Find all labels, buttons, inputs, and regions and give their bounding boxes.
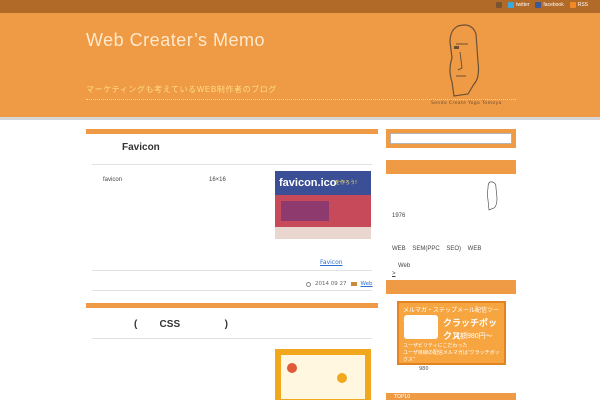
banner-widget: メルマガ・ステップメール配信ツール クラッチポックス 月額980円〜 ユーザビリ… xyxy=(386,280,516,374)
profile-more[interactable]: Web xyxy=(398,263,410,269)
moai-icon xyxy=(487,181,498,211)
banner-copy: ユーザビリティにこだわった ユーザ目線の配信メルマガは"クラッチボックス" xyxy=(403,343,504,364)
thumbnail-cta: を作ろう! xyxy=(335,180,358,186)
search-input[interactable] xyxy=(390,133,512,144)
moai-logo-icon xyxy=(449,24,480,97)
table-cell: favicon xyxy=(103,177,123,183)
user-icon xyxy=(496,2,503,8)
folder-icon xyxy=(350,282,357,286)
profile-widget: 1976 WEB SEM(PPC SEO) WEB Web > xyxy=(386,160,516,277)
twitter-icon xyxy=(508,2,515,8)
top-bar: twitter facebook RSS xyxy=(0,0,600,13)
article-card: Favicon favicon 16×16 favicon.ico を作ろう! … xyxy=(86,129,378,294)
article-title[interactable]: ( CSS ) xyxy=(134,319,228,330)
article-card: ( CSS ) xyxy=(86,303,378,400)
rss-icon xyxy=(569,2,576,8)
rss-link[interactable]: RSS xyxy=(569,2,588,8)
article-title[interactable]: Favicon xyxy=(122,142,160,153)
profile-more-arrow[interactable]: > xyxy=(392,271,396,277)
twitter-label: twitter xyxy=(516,2,530,8)
clock-icon xyxy=(306,281,311,287)
table-cell: 16×16 xyxy=(209,177,226,183)
article-thumbnail[interactable]: favicon.ico を作ろう! xyxy=(275,171,371,239)
promo-banner[interactable]: メルマガ・ステップメール配信ツール クラッチポックス 月額980円〜 ユーザビリ… xyxy=(397,301,506,365)
facebook-label: facebook xyxy=(543,2,564,8)
banner-count: 980 xyxy=(419,366,429,372)
rss-label: RSS xyxy=(577,2,588,8)
social-links: twitter facebook RSS xyxy=(496,2,588,8)
read-more-link[interactable]: Favicon xyxy=(320,259,343,266)
facebook-icon xyxy=(535,2,542,8)
thumbnail-block xyxy=(281,201,329,221)
logo-caption: Sendo Create Yogo Tomoya xyxy=(431,101,502,106)
banner-copy-line: ユーザ目線の配信メルマガは"クラッチボックス" xyxy=(403,350,500,363)
hand-icon xyxy=(404,315,438,339)
banner-price: 月額980円〜 xyxy=(453,333,493,340)
thumbnail-footer xyxy=(275,227,371,239)
banner-copy-line: ユーザビリティにこだわった xyxy=(403,343,468,349)
thumbnail-dot xyxy=(287,363,297,373)
thumbnail-inner xyxy=(281,355,365,399)
article-thumbnail[interactable] xyxy=(275,349,371,400)
site-title[interactable]: Web Creater’s Memo xyxy=(86,30,265,51)
divider xyxy=(92,270,372,271)
profile-year: 1976 xyxy=(392,213,406,219)
divider xyxy=(92,338,372,339)
site-header: Web Creater’s Memo マーケティングも考えているWEB制作者のブ… xyxy=(0,13,600,117)
thumbnail-title: favicon.ico xyxy=(279,177,337,189)
post-date: 2014 09 27 xyxy=(315,281,347,287)
site-tagline: マーケティングも考えているWEB制作者のブログ xyxy=(86,85,277,94)
profile-link[interactable] xyxy=(496,2,503,8)
twitter-link[interactable]: twitter xyxy=(508,2,529,8)
widget-title: TOP10 xyxy=(394,394,411,400)
post-meta: 2014 09 27 Web xyxy=(306,281,373,287)
category-link[interactable]: Web xyxy=(361,281,373,287)
top10-widget-header: TOP10 xyxy=(386,393,516,400)
sidebar-search xyxy=(386,129,516,148)
facebook-link[interactable]: facebook xyxy=(535,2,564,8)
thumbnail-dot xyxy=(337,373,347,383)
divider xyxy=(92,164,372,165)
profile-skills: WEB SEM(PPC SEO) WEB xyxy=(392,246,482,252)
divider xyxy=(92,290,372,291)
header-shadow xyxy=(0,117,600,120)
